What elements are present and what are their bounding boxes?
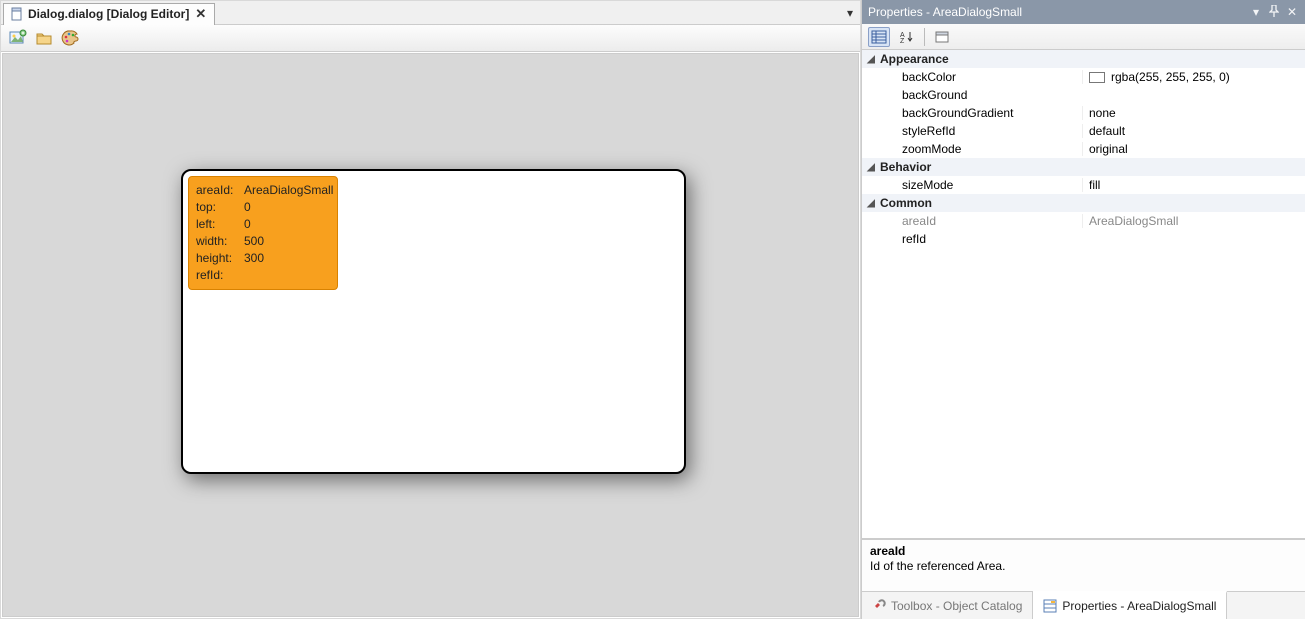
properties-pane: Properties - AreaDialogSmall ▾ ✕ AZ ◢App… xyxy=(861,0,1305,619)
chevron-down-icon[interactable]: ▾ xyxy=(844,6,860,20)
area-info-overlay[interactable]: areaId: AreaDialogSmall top: 0 left: 0 widt… xyxy=(188,176,338,290)
properties-toolbar: AZ xyxy=(862,24,1305,50)
tab-toolbox-label: Toolbox - Object Catalog xyxy=(891,599,1022,613)
close-icon[interactable]: ✕ xyxy=(193,6,208,22)
editor-canvas[interactable]: areaId: AreaDialogSmall top: 0 left: 0 widt… xyxy=(2,53,859,617)
property-name: backGroundGradient xyxy=(876,106,1082,120)
dialog-preview[interactable]: areaId: AreaDialogSmall top: 0 left: 0 widt… xyxy=(181,169,686,474)
property-value[interactable]: original xyxy=(1082,142,1305,156)
folder-icon[interactable] xyxy=(35,29,53,47)
property-row[interactable]: backGroundGradientnone xyxy=(862,104,1305,122)
toolbox-icon xyxy=(872,599,886,613)
collapse-icon[interactable]: ◢ xyxy=(862,162,876,173)
palette-icon[interactable] xyxy=(61,29,79,47)
area-value: 0 xyxy=(244,199,251,216)
area-label: height: xyxy=(196,250,238,267)
property-pages-button[interactable] xyxy=(931,27,953,47)
svg-text:Z: Z xyxy=(900,38,905,44)
document-icon xyxy=(10,7,24,21)
area-label: left: xyxy=(196,216,238,233)
description-name: areaId xyxy=(870,544,1297,559)
new-image-icon[interactable] xyxy=(9,29,27,47)
property-value[interactable]: rgba(255, 255, 255, 0) xyxy=(1082,70,1305,84)
categorized-view-button[interactable] xyxy=(868,27,890,47)
area-label: top: xyxy=(196,199,238,216)
property-name: zoomMode xyxy=(876,142,1082,156)
tab-toolbox[interactable]: Toolbox - Object Catalog xyxy=(862,592,1033,619)
collapse-icon[interactable]: ◢ xyxy=(862,54,876,65)
area-value: 300 xyxy=(244,250,264,267)
side-panel-tabs: Toolbox - Object Catalog Properties - Ar… xyxy=(862,591,1305,619)
property-category[interactable]: ◢Behavior xyxy=(862,158,1305,176)
editor-tab[interactable]: Dialog.dialog [Dialog Editor] ✕ xyxy=(3,3,215,25)
property-row[interactable]: zoomModeoriginal xyxy=(862,140,1305,158)
area-value: 500 xyxy=(244,233,264,250)
property-value[interactable]: AreaDialogSmall xyxy=(1082,214,1305,228)
collapse-icon[interactable]: ◢ xyxy=(862,198,876,209)
description-text: Id of the referenced Area. xyxy=(870,559,1297,574)
area-value: AreaDialogSmall xyxy=(244,182,333,199)
editor-tabbar: Dialog.dialog [Dialog Editor] ✕ ▾ xyxy=(1,1,860,25)
properties-icon xyxy=(1043,599,1057,613)
area-label: refId: xyxy=(196,267,238,284)
property-value[interactable]: none xyxy=(1082,106,1305,120)
category-name: Behavior xyxy=(876,160,1082,174)
editor-pane: Dialog.dialog [Dialog Editor] ✕ ▾ areaId… xyxy=(0,0,861,619)
alphabetical-view-button[interactable]: AZ xyxy=(896,27,918,47)
color-swatch xyxy=(1089,72,1105,83)
properties-grid[interactable]: ◢AppearancebackColorrgba(255, 255, 255, … xyxy=(862,50,1305,539)
area-label: width: xyxy=(196,233,238,250)
property-name: sizeMode xyxy=(876,178,1082,192)
pin-icon[interactable] xyxy=(1267,5,1281,20)
property-value[interactable]: fill xyxy=(1082,178,1305,192)
chevron-down-icon[interactable]: ▾ xyxy=(1249,5,1263,19)
property-name: backGround xyxy=(876,88,1082,102)
property-value[interactable]: default xyxy=(1082,124,1305,138)
property-category[interactable]: ◢Appearance xyxy=(862,50,1305,68)
category-name: Common xyxy=(876,196,1082,210)
property-row[interactable]: refId xyxy=(862,230,1305,248)
toolbar-divider xyxy=(924,28,925,46)
properties-header: Properties - AreaDialogSmall ▾ ✕ xyxy=(862,0,1305,24)
category-name: Appearance xyxy=(876,52,1082,66)
property-name: styleRefId xyxy=(876,124,1082,138)
property-row[interactable]: backColorrgba(255, 255, 255, 0) xyxy=(862,68,1305,86)
property-name: refId xyxy=(876,232,1082,246)
property-row[interactable]: areaIdAreaDialogSmall xyxy=(862,212,1305,230)
property-row[interactable]: backGround xyxy=(862,86,1305,104)
property-category[interactable]: ◢Common xyxy=(862,194,1305,212)
properties-title: Properties - AreaDialogSmall xyxy=(868,5,1022,19)
property-row[interactable]: styleRefIddefault xyxy=(862,122,1305,140)
tab-properties-label: Properties - AreaDialogSmall xyxy=(1062,599,1216,613)
property-name: backColor xyxy=(876,70,1082,84)
property-row[interactable]: sizeModefill xyxy=(862,176,1305,194)
editor-tab-title: Dialog.dialog [Dialog Editor] xyxy=(28,7,189,21)
close-icon[interactable]: ✕ xyxy=(1285,5,1299,19)
property-description: areaId Id of the referenced Area. xyxy=(862,539,1305,591)
tab-properties[interactable]: Properties - AreaDialogSmall xyxy=(1033,591,1227,619)
property-name: areaId xyxy=(876,214,1082,228)
area-value: 0 xyxy=(244,216,251,233)
area-label: areaId: xyxy=(196,182,238,199)
editor-toolbar xyxy=(1,25,860,52)
